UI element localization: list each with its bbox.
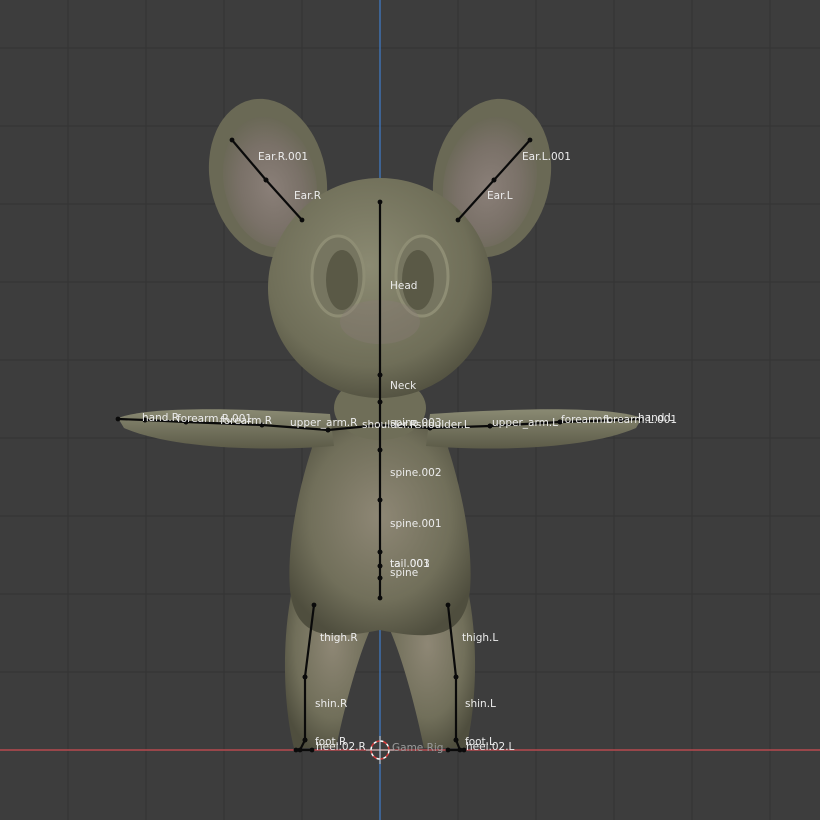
bone-spine-head-joint[interactable] [377, 575, 383, 581]
bone-tail-001-head-joint[interactable] [377, 549, 383, 555]
bone-label-upper-arm-r: upper_arm.R [290, 417, 357, 429]
bone-label-shin-r: shin.R [315, 698, 347, 710]
bone-label-neck: Neck [390, 380, 417, 392]
bone-spine-tail-joint[interactable] [377, 595, 383, 601]
bone-label-head: Head [390, 280, 417, 292]
bone-thigh-l-head-joint[interactable] [445, 602, 451, 608]
bone-spine-002-head-joint[interactable] [377, 447, 383, 453]
bone-ear-r-001-head-joint[interactable] [229, 137, 235, 143]
bone-neck-head-joint[interactable] [377, 372, 383, 378]
scene: Ear.R.001 Ear.R Ear.L.001 Ear.L Head Neck spin… [115, 98, 677, 764]
bone-label-heel-02-r: heel.02.R [316, 741, 366, 753]
bone-label-ear-r: Ear.R [294, 190, 321, 202]
bone-label-shin-l: shin.L [465, 698, 496, 710]
bone-foot-l-head-joint[interactable] [453, 737, 459, 743]
3d-viewport[interactable]: Ear.R.001 Ear.R Ear.L.001 Ear.L Head Neck spin… [0, 0, 820, 820]
bone-shin-l-head-joint[interactable] [453, 674, 459, 680]
bone-label-spine: spine [390, 567, 418, 579]
bone-label-ear-l-001: Ear.L.001 [522, 151, 571, 163]
bone-label-spine-001: spine.001 [390, 518, 442, 530]
bone-label-thigh-l: thigh.L [462, 632, 498, 644]
bone-foot-r-head-joint[interactable] [302, 737, 308, 743]
bone-ear-l-001-head-joint[interactable] [527, 137, 533, 143]
bone-label-hand-l: hand.L [638, 412, 674, 424]
bone-ear-r-head-joint[interactable] [263, 177, 269, 183]
eye-right [310, 234, 366, 318]
bone-heel-02-l-head-joint[interactable] [445, 747, 451, 753]
bone-ear-r-tail-joint[interactable] [299, 217, 305, 223]
bone-label-upper-arm-l: upper_arm.L [492, 417, 558, 429]
bone-tail-003-head-joint[interactable] [377, 563, 383, 569]
bone-label-ear-l: Ear.L [487, 190, 513, 202]
armature[interactable] [115, 137, 643, 753]
bone-ear-l-tail-joint[interactable] [455, 217, 461, 223]
bone-label-spine-002: spine.002 [390, 467, 442, 479]
bone-spine-003-head-joint[interactable] [377, 399, 383, 405]
bone-thigh-r-head-joint[interactable] [311, 602, 317, 608]
bone-label-forearm-r-001: forearm.R.001 [177, 413, 252, 425]
bone-label-hand-r: hand.R [142, 412, 179, 424]
bone-shin-r-head-joint[interactable] [302, 674, 308, 680]
rig-origin-marker[interactable] [366, 736, 394, 764]
bone-heel-02-r-tail-joint[interactable] [309, 747, 315, 753]
bone-ear-l-head-joint[interactable] [491, 177, 497, 183]
rig-name-label: Game Rig [392, 742, 443, 754]
bone-label-shoulder-r: shoulder.R [362, 419, 417, 431]
bone-label-heel-02-l: heel.02.L [466, 741, 515, 753]
bone-label-thigh-r: thigh.R [320, 632, 358, 644]
bone-hand-r-tail-joint[interactable] [115, 416, 121, 422]
bone-spine-001-head-joint[interactable] [377, 497, 383, 503]
bone-head-head-joint[interactable] [377, 199, 383, 205]
bone-label-ear-r-001: Ear.R.001 [258, 151, 308, 163]
bone-heel-02-r-head-joint[interactable] [293, 747, 299, 753]
bone-label-shoulder-l: shoulder.L [416, 419, 470, 431]
eye-left [394, 234, 450, 318]
bone-hand-r[interactable] [116, 417, 147, 422]
